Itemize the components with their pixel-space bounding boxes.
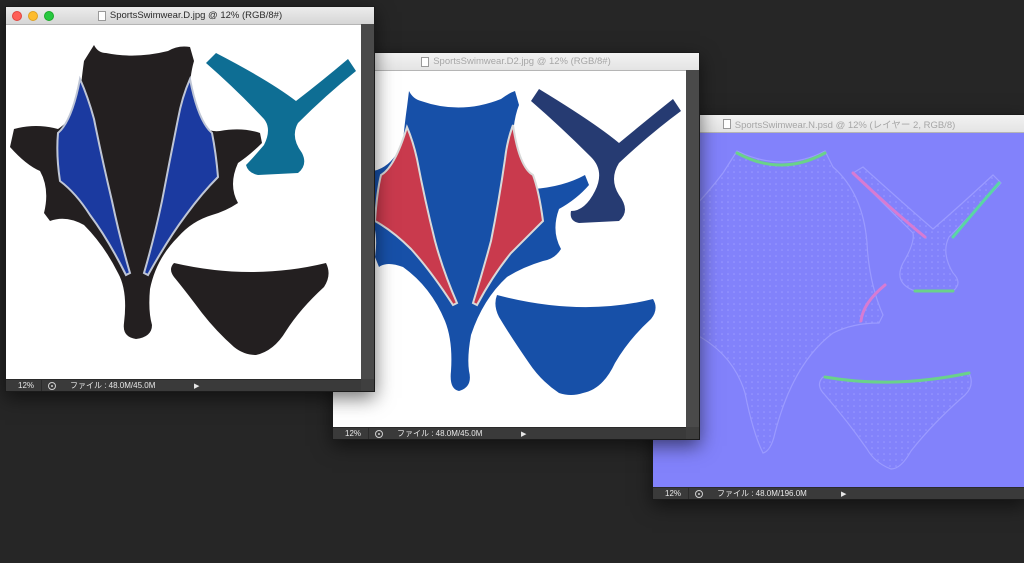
- window-title: SportsSwimwear.D.jpg @ 12% (RGB/8#): [109, 10, 283, 21]
- resize-corner[interactable]: [361, 379, 374, 391]
- document-icon: [722, 118, 731, 129]
- document-window-d[interactable]: SportsSwimwear.D.jpg @ 12% (RGB/8#) 12% …: [5, 6, 375, 392]
- vertical-scrollbar[interactable]: [361, 24, 374, 378]
- file-info[interactable]: ファイル : 48.0M/45.0M: [391, 428, 521, 439]
- zoom-level[interactable]: 12%: [653, 488, 689, 499]
- desktop: { "windows": [ { "title": "SportsSwimwea…: [0, 0, 1024, 563]
- status-bar: 12% ファイル : 48.0M/196.0M ▶: [653, 487, 1024, 499]
- canvas-d2[interactable]: [333, 71, 686, 427]
- zoom-level[interactable]: 12%: [6, 380, 42, 391]
- canvas-normal-map[interactable]: [653, 133, 1024, 487]
- canvas-d[interactable]: [6, 25, 361, 379]
- document-window-d2[interactable]: SportsSwimwear.D2.jpg @ 12% (RGB/8#) 12%…: [332, 52, 700, 440]
- title-bar[interactable]: SportsSwimwear.D2.jpg @ 12% (RGB/8#): [333, 53, 699, 71]
- file-info[interactable]: ファイル : 48.0M/45.0M: [64, 380, 194, 391]
- document-icon: [421, 56, 430, 67]
- play-arrow-icon[interactable]: ▶: [194, 382, 199, 390]
- title-bar[interactable]: SportsSwimwear.D.jpg @ 12% (RGB/8#): [6, 7, 374, 25]
- vertical-scrollbar[interactable]: [686, 70, 699, 426]
- window-title: SportsSwimwear.D2.jpg @ 12% (RGB/8#): [433, 56, 611, 67]
- document-window-normal[interactable]: SportsSwimwear.N.psd @ 12% (レイヤー 2, RGB/…: [652, 114, 1024, 500]
- zoom-level[interactable]: 12%: [333, 428, 369, 439]
- d2-texture: [368, 89, 681, 395]
- status-bar: 12% ファイル : 48.0M/45.0M ▶: [333, 427, 699, 439]
- resize-corner[interactable]: [686, 427, 699, 439]
- bottom-shape: [495, 295, 656, 395]
- status-icon[interactable]: [375, 429, 383, 438]
- normal-map-texture: [653, 133, 1024, 487]
- title-bar[interactable]: SportsSwimwear.N.psd @ 12% (レイヤー 2, RGB/…: [653, 115, 1024, 133]
- document-icon: [97, 10, 106, 21]
- file-info[interactable]: ファイル : 48.0M/196.0M: [711, 488, 841, 499]
- play-arrow-icon[interactable]: ▶: [841, 490, 846, 498]
- play-arrow-icon[interactable]: ▶: [521, 430, 526, 438]
- window-title: SportsSwimwear.N.psd @ 12% (レイヤー 2, RGB/…: [734, 119, 956, 131]
- status-icon[interactable]: [48, 381, 56, 390]
- d-texture: [10, 45, 356, 355]
- status-bar: 12% ファイル : 48.0M/45.0M ▶: [6, 379, 374, 391]
- bottom-shape: [171, 263, 329, 355]
- status-icon[interactable]: [695, 489, 703, 498]
